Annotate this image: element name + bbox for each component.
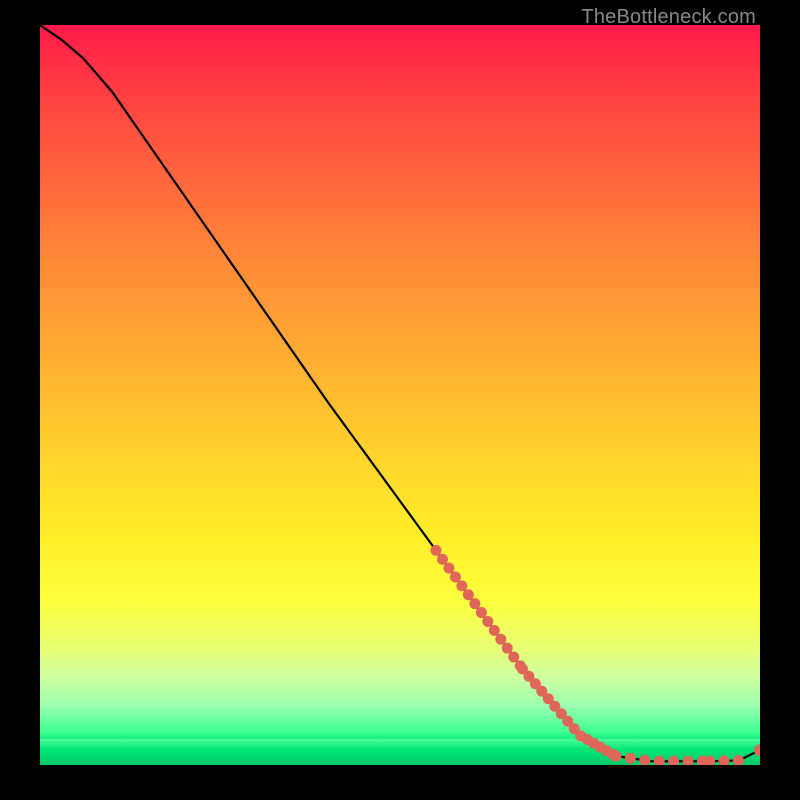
chart-marker <box>611 751 622 762</box>
chart-marker <box>495 634 506 645</box>
chart-marker <box>502 643 513 654</box>
chart-marker <box>476 607 487 618</box>
chart-markers <box>431 545 761 765</box>
chart-marker <box>654 756 665 765</box>
chart-marker <box>489 625 500 636</box>
chart-plot-area <box>40 25 760 765</box>
chart-marker <box>463 589 474 600</box>
chart-marker <box>437 554 448 565</box>
chart-marker <box>450 572 461 583</box>
chart-marker <box>456 580 467 591</box>
chart-marker <box>754 744 760 756</box>
chart-curve <box>40 25 760 761</box>
chart-marker <box>668 756 679 765</box>
chart-marker <box>639 755 650 765</box>
chart-marker <box>719 755 730 765</box>
chart-marker <box>469 598 480 609</box>
chart-marker <box>683 756 694 765</box>
chart-marker <box>443 563 454 574</box>
chart-marker <box>431 545 442 556</box>
chart-marker <box>482 616 493 627</box>
chart-marker <box>508 651 519 662</box>
chart-overlay <box>40 25 760 765</box>
chart-marker <box>733 755 744 765</box>
chart-marker <box>625 753 636 764</box>
